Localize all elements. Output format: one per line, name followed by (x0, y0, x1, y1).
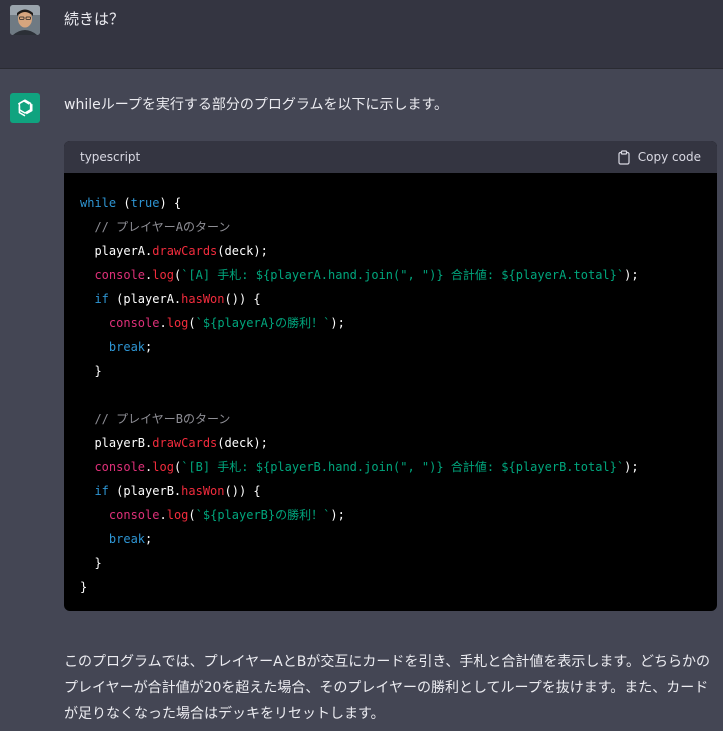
code-line: if (playerA.hasWon()) { (80, 287, 701, 311)
code-token: hasWon (181, 484, 225, 498)
code-line: } (80, 575, 701, 599)
code-token: ); (330, 508, 345, 522)
code-token: if (94, 292, 109, 306)
code-token: } (80, 556, 102, 570)
code-token: // プレイヤーAのターン (94, 220, 231, 234)
code-token: `${playerA}の勝利！` (195, 316, 331, 330)
code-line: while (true) { (80, 191, 701, 215)
code-token: break (108, 532, 146, 546)
code-token: (deck); (217, 436, 268, 450)
code-token: ) { (159, 196, 182, 210)
code-token: ; (145, 532, 153, 546)
code-token: ( (188, 508, 196, 522)
code-token: playerB. (80, 436, 153, 450)
code-block-header: typescript Copy code (64, 141, 717, 173)
code-token: if (94, 484, 109, 498)
code-token: . (159, 316, 167, 330)
code-token: `${playerB}の勝利！` (195, 508, 331, 522)
code-token: console (94, 460, 146, 474)
user-avatar-image (10, 5, 40, 35)
openai-logo-icon (10, 93, 40, 123)
code-token: `[A] 手札: ${playerA.hand.join(", ")} 合計値:… (181, 268, 625, 282)
code-token: ( (116, 196, 131, 210)
code-block: typescript Copy code while (true) { // プ… (64, 141, 717, 611)
code-token: ( (188, 316, 196, 330)
code-line: console.log(`${playerA}の勝利！`); (80, 311, 701, 335)
code-token: console (108, 316, 160, 330)
code-token: while (80, 196, 117, 210)
code-token: . (159, 508, 167, 522)
copy-code-label: Copy code (637, 150, 701, 164)
code-line: // プレイヤーBのターン (80, 407, 701, 431)
code-line: console.log(`[A] 手札: ${playerA.hand.join… (80, 263, 701, 287)
code-language-label: typescript (80, 150, 141, 164)
code-token: ); (624, 460, 639, 474)
code-line: if (playerB.hasWon()) { (80, 479, 701, 503)
code-token: log (166, 316, 189, 330)
code-token: hasWon (181, 292, 225, 306)
code-content: while (true) { // プレイヤーAのターン playerA.dra… (64, 173, 717, 599)
code-token: playerA. (80, 244, 153, 258)
code-line: } (80, 551, 701, 575)
code-line: } (80, 359, 701, 383)
code-token: drawCards (152, 244, 218, 258)
code-token: } (80, 364, 102, 378)
code-token: drawCards (152, 436, 218, 450)
code-token: ); (624, 268, 639, 282)
code-token: // プレイヤーBのターン (94, 412, 231, 426)
clipboard-icon (618, 149, 630, 165)
code-token: ; (145, 340, 153, 354)
code-token: `[B] 手札: ${playerB.hand.join(", ")} 合計値:… (181, 460, 625, 474)
assistant-summary-text: このプログラムでは、プレイヤーAとBが交互にカードを引き、手札と合計値を表示しま… (64, 654, 710, 722)
copy-code-button[interactable]: Copy code (617, 149, 701, 165)
code-token: true (130, 196, 160, 210)
code-token: console (94, 268, 146, 282)
code-line: playerB.drawCards(deck); (80, 431, 701, 455)
code-token: log (152, 268, 174, 282)
user-avatar (10, 5, 40, 35)
code-line: break; (80, 335, 701, 359)
code-token: (playerB. (108, 484, 182, 498)
code-token: (deck); (217, 244, 268, 258)
code-line: console.log(`[B] 手札: ${playerB.hand.join… (80, 455, 701, 479)
user-message-text: 続きは？ (64, 10, 125, 28)
code-token: log (152, 460, 174, 474)
code-token: ()) { (224, 292, 261, 306)
code-line: // プレイヤーAのターン (80, 215, 701, 239)
assistant-intro-text: whileループを実行する部分のプログラムを以下に示します。 (64, 97, 449, 113)
code-token: log (166, 508, 189, 522)
code-token: ); (330, 316, 345, 330)
code-token: (playerA. (108, 292, 182, 306)
assistant-message-row: whileループを実行する部分のプログラムを以下に示します。 typescrip… (0, 69, 723, 731)
user-message-row: 続きは？ (0, 0, 723, 69)
code-token: } (80, 580, 88, 594)
code-line: break; (80, 527, 701, 551)
code-line: playerA.drawCards(deck); (80, 239, 701, 263)
code-token: console (108, 508, 160, 522)
code-token: break (108, 340, 146, 354)
code-token: ()) { (224, 484, 261, 498)
code-line: console.log(`${playerB}の勝利！`); (80, 503, 701, 527)
